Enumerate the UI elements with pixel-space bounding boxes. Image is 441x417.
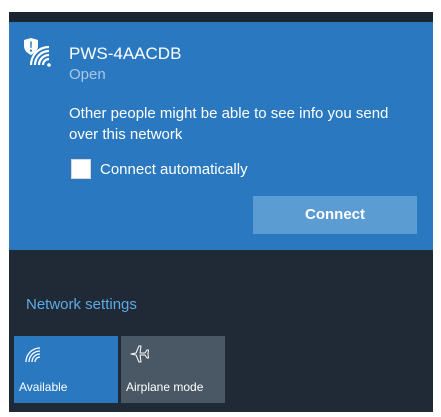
airplane-tile-label: Airplane mode (126, 380, 204, 394)
network-settings-link[interactable]: Network settings (26, 296, 137, 313)
connect-automatically-option[interactable]: Connect automatically (71, 157, 248, 181)
wifi-warning-shield-icon (24, 38, 51, 67)
network-security-status: Open (69, 66, 106, 83)
network-ssid: PWS-4AACDB (69, 44, 182, 63)
connect-automatically-label: Connect automatically (100, 160, 248, 178)
wifi-tile-label: Available (19, 380, 68, 394)
open-network-warning: Other people might be able to see info y… (69, 105, 389, 143)
airplane-mode-tile[interactable]: Airplane mode (121, 336, 225, 403)
connect-button[interactable]: Connect (253, 196, 417, 234)
wifi-icon (25, 347, 41, 363)
flyout-top-strip (9, 12, 433, 22)
network-list-item-expanded[interactable]: PWS-4AACDB Open Other people might be ab… (9, 22, 433, 250)
airplane-icon (130, 345, 149, 363)
network-flyout: PWS-4AACDB Open Other people might be ab… (9, 12, 433, 412)
wifi-toggle-tile[interactable]: Available (14, 336, 118, 403)
connect-automatically-checkbox[interactable] (71, 159, 91, 179)
